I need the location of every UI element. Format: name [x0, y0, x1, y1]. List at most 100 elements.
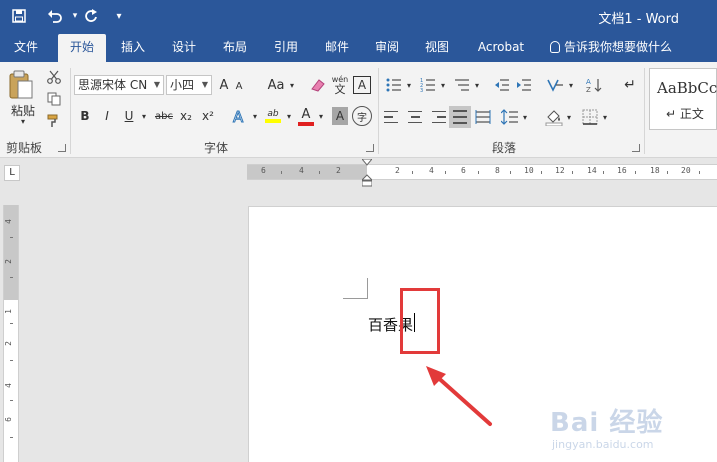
font-color-label: A	[301, 106, 311, 122]
chevron-down-icon[interactable]: ▾	[250, 106, 260, 126]
tab-home[interactable]: 开始	[58, 34, 106, 62]
save-icon[interactable]	[8, 5, 30, 27]
vertical-ruler[interactable]: 4 2 1 2 4 6	[3, 205, 19, 462]
horizontal-ruler[interactable]: 6 4 2 2 4 6 8 10 12 14 16 18 20	[247, 164, 717, 180]
ruler-number: 2	[3, 259, 13, 264]
italic-button[interactable]: I	[98, 106, 116, 126]
tab-review[interactable]: 审阅	[366, 32, 408, 62]
paragraph-group-label: 段落	[492, 141, 517, 155]
tab-acrobat[interactable]: Acrobat	[470, 32, 532, 62]
window-title: 文档1 - Word	[598, 12, 679, 27]
align-right-icon[interactable]	[428, 109, 446, 125]
chevron-down-icon[interactable]: ▾	[404, 75, 414, 95]
undo-icon[interactable]	[44, 5, 66, 27]
indent-marker[interactable]	[362, 159, 372, 187]
chinese-layout-icon[interactable]	[544, 75, 566, 95]
enclose-characters-icon[interactable]: 字	[352, 106, 372, 126]
strikethrough-button[interactable]: abc	[152, 106, 176, 126]
paste-dropdown-icon[interactable]: ▾	[18, 116, 28, 126]
tab-design[interactable]: 设计	[163, 32, 205, 62]
numbering-icon[interactable]: 123	[418, 75, 438, 95]
cut-icon[interactable]	[45, 69, 63, 85]
ruler-tick	[478, 171, 479, 174]
tab-view[interactable]: 视图	[416, 32, 458, 62]
character-shading-icon[interactable]: A	[332, 107, 348, 125]
shrink-font-icon[interactable]: A	[232, 77, 246, 95]
lightbulb-icon	[550, 41, 560, 53]
tell-me-box[interactable]: 告诉我你想要做什么	[550, 32, 672, 62]
ruler-number: 4	[3, 383, 13, 388]
ruler-number: 2	[336, 166, 341, 175]
highlight-swatch	[265, 119, 281, 123]
tell-me-label: 告诉我你想要做什么	[564, 40, 673, 54]
chevron-down-icon[interactable]: ▾	[600, 107, 610, 127]
ruler-tick	[10, 437, 13, 438]
sort-icon[interactable]: AZ	[584, 75, 604, 95]
style-normal-card[interactable]: AaBbCcD ↵ 正文	[649, 68, 717, 130]
phonetic-guide-icon[interactable]: wén 文	[330, 73, 350, 97]
redo-icon[interactable]	[80, 5, 102, 27]
multilevel-list-icon[interactable]	[452, 75, 472, 95]
chevron-down-icon[interactable]: ▾	[316, 106, 326, 126]
show-formatting-marks-icon[interactable]: ↵	[620, 75, 640, 95]
font-launcher-icon[interactable]	[366, 144, 374, 152]
character-border-icon[interactable]: A	[353, 76, 371, 94]
shading-icon[interactable]	[544, 106, 564, 128]
tab-mailings[interactable]: 邮件	[316, 32, 358, 62]
tab-file[interactable]: 文件	[6, 32, 46, 62]
align-left-icon[interactable]	[384, 109, 402, 125]
chevron-down-icon: ▼	[153, 80, 160, 89]
copy-icon[interactable]	[45, 91, 63, 107]
borders-icon[interactable]	[580, 107, 600, 127]
subscript-button[interactable]: x₂	[176, 106, 196, 126]
clipboard-launcher-icon[interactable]	[58, 144, 66, 152]
chevron-down-icon[interactable]: ▾	[472, 75, 482, 95]
distributed-icon[interactable]	[474, 108, 492, 126]
justify-icon[interactable]	[449, 106, 471, 128]
underline-button[interactable]: U	[120, 106, 138, 126]
increase-indent-icon[interactable]	[514, 75, 534, 95]
change-case-button[interactable]: Aa	[265, 75, 287, 95]
annotation-highlight-box	[400, 288, 440, 354]
font-size-select[interactable]: 小四 ▼	[166, 75, 212, 95]
chevron-down-icon[interactable]: ▾	[520, 107, 530, 127]
chevron-down-icon[interactable]: ▾	[284, 106, 294, 126]
format-painter-icon[interactable]	[45, 113, 63, 129]
tab-insert[interactable]: 插入	[112, 32, 154, 62]
chevron-down-icon[interactable]: ▾	[438, 75, 448, 95]
chevron-down-icon[interactable]: ▾	[566, 75, 576, 95]
ruler-number: 8	[495, 166, 500, 175]
grow-font-icon[interactable]: A	[216, 75, 232, 95]
ruler-number: 4	[299, 166, 304, 175]
underline-dropdown-icon[interactable]: ▾	[139, 106, 149, 126]
text-effects-icon[interactable]: A	[228, 105, 250, 127]
ruler-number: 2	[395, 166, 400, 175]
superscript-button[interactable]: x²	[198, 106, 218, 126]
tab-references[interactable]: 引用	[265, 32, 307, 62]
ruler-tick	[541, 171, 542, 174]
highlight-color-icon[interactable]: ab	[262, 104, 284, 128]
line-spacing-icon[interactable]	[500, 107, 520, 127]
clipboard-group-label: 剪贴板	[6, 141, 43, 155]
title-bar: ▾ ▾ 文档1 - Word	[0, 0, 717, 32]
chevron-down-icon[interactable]: ▾	[287, 75, 297, 95]
watermark-brand: Bai 经验	[550, 408, 664, 438]
ruler-tick	[445, 171, 446, 174]
tab-selector-button[interactable]: L	[4, 165, 20, 181]
ruler-number: 18	[650, 166, 660, 175]
bullets-icon[interactable]	[384, 75, 404, 95]
svg-text:3: 3	[420, 88, 423, 92]
paste-icon[interactable]	[6, 68, 36, 102]
paragraph-launcher-icon[interactable]	[632, 144, 640, 152]
customize-quick-access-icon[interactable]: ▾	[108, 5, 130, 27]
tab-layout[interactable]: 布局	[214, 32, 256, 62]
highlight-label: ab	[267, 109, 279, 119]
font-name-select[interactable]: 思源宋体 CN ▼	[74, 75, 164, 95]
decrease-indent-icon[interactable]	[492, 75, 512, 95]
align-center-icon[interactable]	[406, 109, 424, 125]
ruler-tick	[10, 323, 13, 324]
clear-formatting-icon[interactable]	[308, 75, 328, 95]
chevron-down-icon[interactable]: ▾	[564, 107, 574, 127]
bold-button[interactable]: B	[76, 106, 94, 126]
font-color-icon[interactable]: A	[296, 104, 316, 128]
